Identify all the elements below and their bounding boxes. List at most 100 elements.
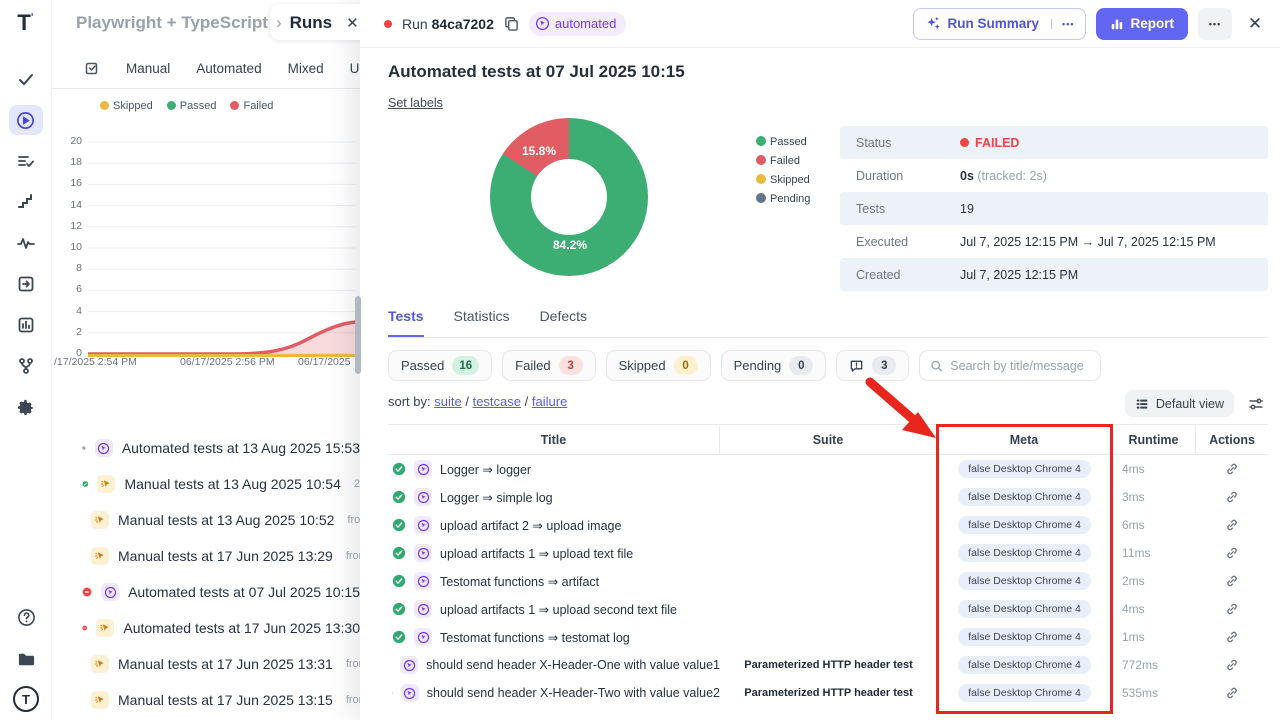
meta-badge[interactable]: false Desktop Chrome 4	[958, 488, 1091, 506]
column-header-title[interactable]: Title	[388, 424, 720, 455]
test-title-cell: Testomat functions ⇒ artifact	[388, 572, 720, 590]
test-link-button[interactable]	[1196, 574, 1268, 588]
meta-badge[interactable]: false Desktop Chrome 4	[958, 628, 1091, 646]
projects-folder-icon[interactable]	[9, 644, 43, 674]
test-runtime-cell: 772ms	[1112, 658, 1196, 672]
automated-badge[interactable]: automated	[529, 12, 626, 36]
test-title-cell: upload artifact 2 ⇒ upload image	[388, 516, 720, 534]
filter-skipped-button[interactable]: Skipped0	[606, 350, 711, 381]
test-row[interactable]: upload artifact 2 ⇒ upload image false De…	[388, 511, 1268, 539]
test-link-button[interactable]	[1196, 686, 1268, 700]
test-row[interactable]: Logger ⇒ loggerfalse Desktop Chrome 44ms	[388, 455, 1268, 483]
test-link-button[interactable]	[1196, 602, 1268, 616]
test-suite-cell: Parameterized HTTP header test	[720, 659, 937, 671]
scrollbar-thumb[interactable]	[355, 296, 361, 374]
runs-tab-mixed[interactable]: Mixed	[288, 61, 324, 76]
runs-page: Playwright + TypeScript › Runs ✕ Manual …	[52, 0, 360, 720]
run-title: Automated tests at 07 Jul 2025 10:15	[388, 62, 685, 82]
copy-run-id-icon[interactable]	[504, 16, 519, 31]
filter-pending-button[interactable]: Pending0	[721, 350, 827, 381]
app-logo[interactable]: T'	[17, 10, 33, 36]
runs-tab-unfinished[interactable]: Unfini	[350, 61, 360, 76]
breadcrumb-project[interactable]: Playwright + TypeScript	[76, 13, 268, 33]
breadcrumb-separator: ›	[276, 13, 282, 33]
test-link-button[interactable]	[1196, 518, 1268, 532]
close-panel-icon[interactable]: ✕	[1242, 14, 1268, 34]
panel-tab-statistics[interactable]: Statistics	[454, 308, 510, 337]
meta-badge[interactable]: false Desktop Chrome 4	[958, 656, 1091, 674]
meta-badge[interactable]: false Desktop Chrome 4	[958, 572, 1091, 590]
filter-failed-button[interactable]: Failed3	[502, 350, 595, 381]
check-icon[interactable]	[9, 64, 43, 94]
runs-tab-manual[interactable]: Manual	[126, 61, 170, 76]
branch-icon[interactable]	[9, 351, 43, 381]
test-link-button[interactable]	[1196, 658, 1268, 672]
donut-legend-item: Passed	[756, 136, 810, 148]
list-check-icon[interactable]	[9, 146, 43, 176]
test-row[interactable]: should send header X-Header-One with val…	[388, 651, 1268, 679]
set-labels-link[interactable]: Set labels	[388, 96, 443, 110]
gear-icon[interactable]	[9, 392, 43, 422]
info-row-status: StatusFAILED	[840, 126, 1268, 159]
manual-type-icon	[91, 655, 109, 673]
sort-by-failure-link[interactable]: failure	[532, 394, 567, 409]
sort-by-suite-link[interactable]: suite	[434, 394, 461, 409]
run-summary-button[interactable]: Run Summary •••	[913, 8, 1086, 40]
results-donut-chart: 15.8% 84.2%	[490, 118, 648, 276]
help-icon[interactable]	[9, 602, 43, 632]
meta-badge[interactable]: false Desktop Chrome 4	[958, 544, 1091, 562]
select-runs-icon[interactable]	[84, 60, 100, 76]
test-row[interactable]: should send header X-Header-Two with val…	[388, 679, 1268, 707]
sort-by-testcase-link[interactable]: testcase	[473, 394, 521, 409]
search-input[interactable]	[950, 359, 1090, 373]
column-header-actions[interactable]: Actions	[1196, 424, 1268, 455]
runs-play-circle-icon[interactable]	[9, 105, 43, 135]
run-list-item[interactable]: Manual tests at 17 Jun 2025 13:29fron	[52, 538, 360, 574]
report-button[interactable]: Report	[1096, 8, 1189, 40]
run-list-item[interactable]: Manual tests at 17 Jun 2025 13:15from	[52, 682, 360, 718]
runs-list: Automated tests at 13 Aug 2025 15:53Manu…	[52, 430, 360, 718]
run-list-item[interactable]: Automated tests at 13 Aug 2025 15:53	[52, 430, 360, 466]
link-icon	[1225, 518, 1239, 532]
test-link-button[interactable]	[1196, 546, 1268, 560]
test-link-button[interactable]	[1196, 462, 1268, 476]
steps-icon[interactable]	[9, 187, 43, 217]
import-icon[interactable]	[9, 269, 43, 299]
meta-badge[interactable]: false Desktop Chrome 4	[958, 516, 1091, 534]
runs-tab-automated[interactable]: Automated	[196, 61, 261, 76]
run-list-item[interactable]: Manual tests at 13 Aug 2025 10:52fro	[52, 502, 360, 538]
test-meta-cell: false Desktop Chrome 4	[937, 600, 1112, 618]
default-view-button[interactable]: Default view	[1125, 390, 1234, 417]
filter-passed-button[interactable]: Passed16	[388, 350, 492, 381]
test-row[interactable]: upload artifacts 1 ⇒ upload text filefal…	[388, 539, 1268, 567]
analytics-icon[interactable]	[9, 310, 43, 340]
test-row[interactable]: upload artifacts 1 ⇒ upload second text …	[388, 595, 1268, 623]
column-header-meta[interactable]: Meta	[937, 424, 1112, 455]
view-settings-sliders-icon[interactable]	[1248, 396, 1264, 412]
column-header-suite[interactable]: Suite	[720, 424, 937, 455]
run-list-item[interactable]: Manual tests at 17 Jun 2025 13:31from	[52, 646, 360, 682]
panel-more-button[interactable]: •••	[1198, 8, 1232, 40]
meta-badge[interactable]: false Desktop Chrome 4	[958, 460, 1091, 478]
column-header-runtime[interactable]: Runtime	[1112, 424, 1196, 455]
comments-filter-button[interactable]: 3	[836, 350, 909, 381]
meta-badge[interactable]: false Desktop Chrome 4	[958, 684, 1091, 702]
breadcrumb-current[interactable]: Runs	[290, 13, 333, 33]
user-avatar[interactable]: T	[13, 686, 39, 712]
test-row[interactable]: Logger ⇒ simple logfalse Desktop Chrome …	[388, 483, 1268, 511]
panel-tab-tests[interactable]: Tests	[388, 308, 424, 337]
filter-count-badge: 3	[559, 356, 583, 375]
run-list-item[interactable]: Manual tests at 13 Aug 2025 10:542	[52, 466, 360, 502]
test-link-button[interactable]	[1196, 630, 1268, 644]
test-row[interactable]: Testomat functions ⇒ testomat logfalse D…	[388, 623, 1268, 651]
run-summary-more-button[interactable]: •••	[1051, 19, 1084, 29]
run-list-item[interactable]: Automated tests at 17 Jun 2025 13:30	[52, 610, 360, 646]
run-panel-tabs: Tests Statistics Defects	[388, 308, 1268, 338]
close-runs-icon[interactable]: ✕	[346, 14, 359, 32]
test-row[interactable]: Testomat functions ⇒ artifact false Deskt…	[388, 567, 1268, 595]
pulse-icon[interactable]	[9, 228, 43, 258]
test-link-button[interactable]	[1196, 490, 1268, 504]
run-list-item[interactable]: Automated tests at 07 Jul 2025 10:15	[52, 574, 360, 610]
panel-tab-defects[interactable]: Defects	[540, 308, 587, 337]
meta-badge[interactable]: false Desktop Chrome 4	[958, 600, 1091, 618]
